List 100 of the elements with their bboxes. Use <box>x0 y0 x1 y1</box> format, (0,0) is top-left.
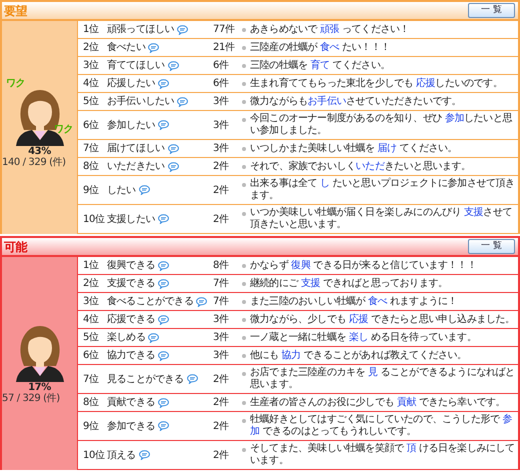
comment-text: 三陸の牡蠣を 育て てください。 <box>250 59 390 72</box>
comment-text: あきらめないで 頑張 ってください！ <box>250 23 410 36</box>
speech-bubble-icon <box>148 332 160 342</box>
bullet-icon <box>242 336 246 340</box>
count-ratio: 57 / 329 (件) <box>2 393 61 405</box>
count-cell-text: 8件 <box>213 259 230 273</box>
speech-bubble-icon <box>138 185 150 195</box>
speech-bubble-icon <box>158 398 170 408</box>
keyword-link[interactable]: 貢献できる <box>107 396 156 409</box>
comment-text: 他にも 協力 できることがあれば教えてください。 <box>250 349 467 362</box>
list-button[interactable]: 一 覧 <box>468 3 515 18</box>
count-cell-text: 3件 <box>213 313 230 327</box>
comment-text: 出来る事は全て し たいと思いプロジェクトに参加させて頂きます。 <box>250 178 516 202</box>
rank-cell-text: 2位 <box>82 41 100 55</box>
count-ratio: 140 / 329 (件) <box>2 157 67 169</box>
rank-cell-text: 9位 <box>82 420 100 434</box>
bullet-icon <box>242 401 246 405</box>
keyword-link[interactable]: 見ることができる <box>107 372 184 386</box>
count-cell-text: 77件 <box>213 23 236 37</box>
bullet-icon <box>242 264 246 268</box>
sound-effect-text: ワク <box>54 125 74 135</box>
speech-bubble-icon <box>158 421 170 431</box>
rank-cell-text: 4位 <box>82 77 100 91</box>
bullet-icon <box>242 354 246 358</box>
comment-text: 生まれ育ててもらった東北を少しでも 応援したいのです。 <box>250 77 502 90</box>
keyword-link[interactable]: 参加できる <box>107 420 156 432</box>
bullet-icon <box>242 165 246 169</box>
bullet-icon <box>242 448 246 452</box>
rank-cell-text: 3位 <box>82 295 100 309</box>
count-cell-text: 6件 <box>213 77 230 91</box>
keyword-link[interactable]: お手伝いしたい <box>107 95 174 108</box>
count-cell-text: 3件 <box>213 349 230 363</box>
bullet-icon <box>242 118 246 122</box>
bullet-icon <box>242 419 246 423</box>
count-cell-text: 2件 <box>213 420 230 434</box>
bullet-icon <box>242 372 246 376</box>
rank-cell-text: 9位 <box>82 184 100 198</box>
count-cell-text: 2件 <box>213 160 230 174</box>
keyword-link[interactable]: 頂える <box>107 448 136 462</box>
bullet-icon <box>242 82 246 86</box>
speech-bubble-icon <box>177 24 188 34</box>
keyword-link[interactable]: 参加したい <box>107 118 156 132</box>
keyword-link[interactable]: 支援できる <box>107 277 156 290</box>
comment-text: 微力ながら、少しでも 応援 できたらと思い申し込みました。 <box>250 313 515 326</box>
bullet-icon <box>242 318 246 322</box>
rank-cell-text: 7位 <box>82 142 100 156</box>
keyword-link[interactable]: 応援できる <box>107 313 156 326</box>
rank-cell-text: 8位 <box>82 396 100 410</box>
speech-bubble-icon <box>168 60 179 70</box>
keyword-link[interactable]: 楽しめる <box>107 331 146 344</box>
keyword-link[interactable]: 食べることができる <box>107 295 194 308</box>
comment-text: かならず 復興 できる日が来ると信じています！！！ <box>250 259 476 272</box>
keyword-link[interactable]: いただきたい <box>107 160 165 173</box>
keyword-link[interactable]: 届けてほしい <box>107 142 165 155</box>
comment-text: それで、家族でおいしく いただきたいと思います。 <box>250 160 471 173</box>
list-button[interactable]: 一 覧 <box>468 239 515 254</box>
bullet-icon <box>242 183 246 187</box>
rank-cell-text: 6位 <box>82 118 100 132</box>
rank-cell-text: 5位 <box>82 95 100 109</box>
keyword-link[interactable]: 頑張ってほしい <box>107 23 174 36</box>
keyword-link[interactable]: したい <box>107 184 136 196</box>
bullet-icon <box>242 28 246 32</box>
speech-bubble-icon <box>177 96 188 106</box>
comment-text: そしてまた、美味しい牡蠣を笑顔で 頂 ける日を楽しみにしています。 <box>250 443 516 467</box>
comment-text: 三陸産の牡蠣が 食べ たい！！！ <box>250 41 390 54</box>
count-cell-text: 2件 <box>213 212 230 226</box>
sound-effect-text: ワク <box>6 79 26 89</box>
rank-cell-text: 10位 <box>82 212 105 226</box>
bullet-icon <box>242 64 246 68</box>
count-cell-text: 2件 <box>213 448 230 462</box>
speech-bubble-icon <box>158 260 170 270</box>
speech-bubble-icon <box>158 314 170 324</box>
rank-cell-text: 4位 <box>82 313 100 327</box>
speech-bubble-icon <box>158 350 170 360</box>
keyword-link[interactable]: 協力できる <box>107 349 156 362</box>
bullet-icon <box>242 212 246 216</box>
section-title: 可能 <box>4 240 28 252</box>
comment-text: 継続的にご 支援 できればと思っております。 <box>250 277 448 290</box>
speech-bubble-icon <box>148 42 160 52</box>
keyword-link[interactable]: 復興できる <box>107 259 156 272</box>
bullet-icon <box>242 282 246 286</box>
rank-cell-text: 1位 <box>82 259 100 273</box>
keyword-link[interactable]: 応援したい <box>107 77 156 90</box>
count-cell-text: 2件 <box>213 396 230 410</box>
percentage: 43% <box>28 146 51 157</box>
comment-text: 生産者の皆さんのお役に少しでも 貢献 できたら幸いです。 <box>250 396 506 409</box>
comment-text: お店でまた三陸産のカキを 見 ることができるようになればと思います。 <box>250 367 516 391</box>
keyword-link[interactable]: 食べたい <box>107 41 146 54</box>
bullet-icon <box>242 100 246 104</box>
comment-text: 一ノ蔵と一緒に牡蠣を 楽し める日を待っています。 <box>250 331 476 344</box>
comment-text: 微力ながらもお手伝いさせていただきたいです。 <box>250 95 462 108</box>
count-cell-text: 3件 <box>213 142 230 156</box>
speech-bubble-icon <box>158 120 170 130</box>
bullet-icon <box>242 147 246 151</box>
keyword-link[interactable]: 支援したい <box>107 212 156 226</box>
count-cell-text: 7件 <box>213 277 230 291</box>
keyword-link[interactable]: 育ててほしい <box>107 59 165 72</box>
rank-cell-text: 2位 <box>82 277 100 291</box>
speech-bubble-icon <box>168 162 179 172</box>
speech-bubble-icon <box>158 214 170 224</box>
